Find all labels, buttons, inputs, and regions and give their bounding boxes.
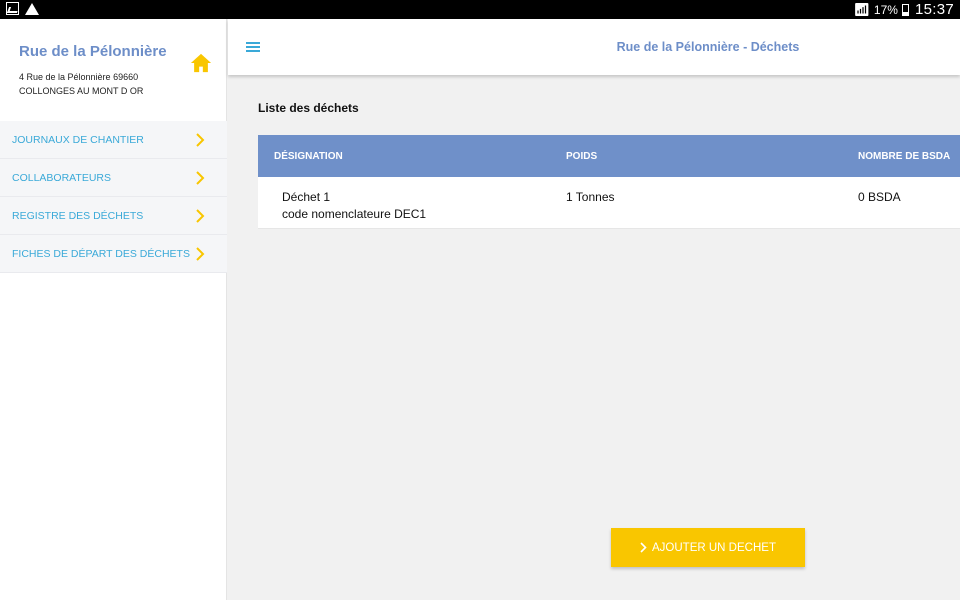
site-title: Rue de la Pélonnière — [19, 43, 167, 60]
waste-code: code nomenclateure DEC1 — [282, 207, 427, 221]
section-title: Liste des déchets — [258, 101, 359, 115]
top-bar: Rue de la Pélonnière - Déchets — [228, 19, 960, 75]
chevron-right-icon — [196, 133, 205, 147]
table-header: DÉSIGNATION POIDS NOMBRE DE BSDA — [258, 135, 960, 177]
column-header-bsda: NOMBRE DE BSDA — [858, 151, 951, 162]
image-icon — [6, 2, 19, 15]
site-address: 4 Rue de la Pélonnière 69660 COLLONGES A… — [19, 70, 143, 98]
sidebar-item-fiches[interactable]: FICHES DE DÉPART DES DÉCHETS — [0, 235, 227, 273]
sidebar-nav: JOURNAUX DE CHANTIER COLLABORATEURS REGI… — [0, 121, 227, 273]
home-icon[interactable] — [190, 52, 212, 74]
status-left-icons — [6, 2, 39, 15]
chevron-right-icon — [196, 209, 205, 223]
sidebar-item-label: COLLABORATEURS — [12, 172, 111, 184]
clock: 15:37 — [914, 1, 954, 18]
chevron-right-icon — [196, 171, 205, 185]
column-header-poids: POIDS — [566, 151, 598, 162]
sidebar-item-label: FICHES DE DÉPART DES DÉCHETS — [12, 248, 190, 260]
chevron-right-icon — [196, 247, 205, 261]
address-line-2: COLLONGES AU MONT D OR — [19, 86, 144, 96]
battery-icon — [901, 3, 909, 16]
wifi-icon: 📶︎ — [853, 1, 870, 17]
status-bar: 📶︎ 17% 15:37 — [0, 0, 960, 19]
sidebar-item-collaborateurs[interactable]: COLLABORATEURS — [0, 159, 227, 197]
table-row[interactable]: Déchet 1 code nomenclateure DEC1 1 Tonne… — [258, 177, 960, 229]
cell-designation: Déchet 1 code nomenclateure DEC1 — [282, 189, 426, 223]
waste-table: DÉSIGNATION POIDS NOMBRE DE BSDA Déchet … — [258, 135, 960, 229]
status-right: 📶︎ 17% 15:37 — [853, 1, 954, 18]
sidebar-item-label: JOURNAUX DE CHANTIER — [12, 134, 144, 146]
add-waste-button[interactable]: AJOUTER UN DECHET — [611, 528, 805, 567]
add-waste-button-label: AJOUTER UN DECHET — [652, 541, 776, 554]
waste-name: Déchet 1 — [282, 190, 331, 204]
sidebar-item-registre[interactable]: REGISTRE DES DÉCHETS — [0, 197, 227, 235]
warning-icon — [25, 2, 39, 15]
address-line-1: 4 Rue de la Pélonnière 69660 — [19, 72, 139, 82]
sidebar: Rue de la Pélonnière 4 Rue de la Pélonni… — [0, 19, 227, 600]
sidebar-item-label: REGISTRE DES DÉCHETS — [12, 210, 144, 222]
column-header-designation: DÉSIGNATION — [274, 151, 343, 162]
sidebar-item-journaux[interactable]: JOURNAUX DE CHANTIER — [0, 121, 227, 159]
cell-poids: 1 Tonnes — [566, 190, 615, 204]
battery-percent: 17% — [873, 2, 898, 17]
chevron-right-icon — [640, 542, 647, 553]
cell-bsda: 0 BSDA — [858, 190, 901, 204]
page-title: Rue de la Pélonnière - Déchets — [616, 40, 800, 54]
